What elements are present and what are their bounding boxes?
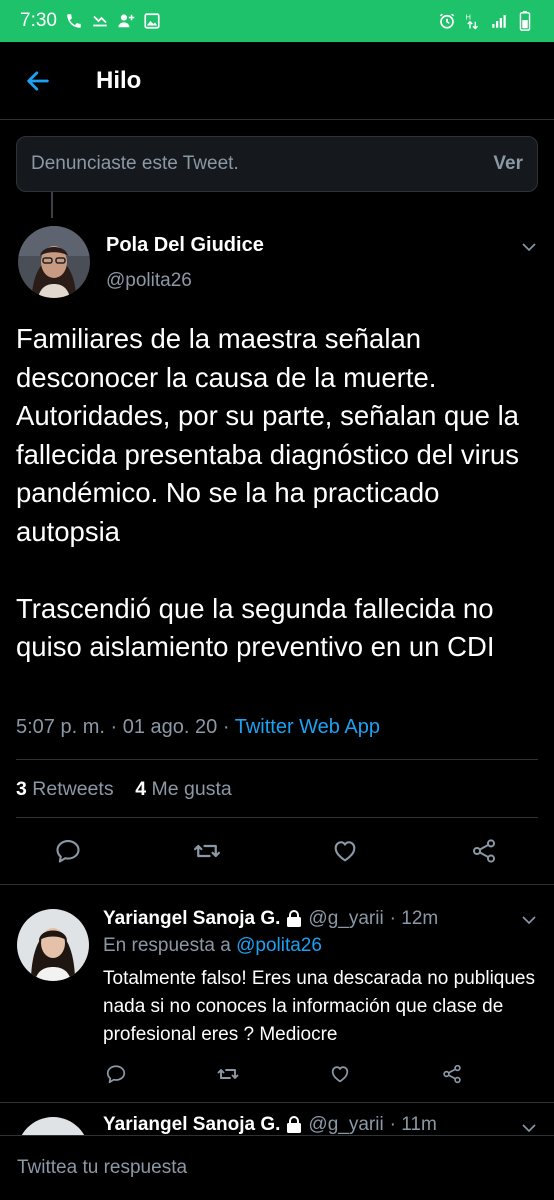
author-handle[interactable]: @polita26 [106,270,192,292]
lock-icon [287,1116,302,1133]
like-button[interactable] [330,836,360,866]
reply-header: Yariangel Sanoja G. @g_yarii · 11m [103,1114,437,1136]
back-button[interactable] [0,42,76,120]
data-arrows-icon: H [464,12,482,30]
reply-compose-bar[interactable]: Twittea tu respuesta [0,1135,554,1200]
reply-icon [56,840,80,863]
retweet-icon [217,1069,239,1079]
tweet-stats: 3 Retweets 4 Me gusta [16,778,232,801]
tweet-source-link[interactable]: Twitter Web App [235,716,380,738]
tweet-meta: 5:07 p. m. · 01 ago. 20 · Twitter Web Ap… [16,716,380,739]
retweet-icon [194,844,220,858]
reply-to-handle-link[interactable]: @polita26 [236,935,322,956]
author-name[interactable]: Pola Del Giudice [106,234,264,257]
reply-button[interactable] [104,1062,128,1086]
retweet-button[interactable] [192,836,222,866]
status-bar: 7:30 H [0,0,554,42]
heart-icon [334,841,356,862]
retweets-label: Retweets [32,778,114,800]
reply-author-handle[interactable]: @g_yarii [308,1114,383,1136]
retweets-count: 3 [16,778,27,800]
heart-icon [331,1066,349,1083]
meta-separator: · [222,716,230,738]
divider [0,1102,554,1103]
chevron-down-icon [522,243,536,252]
battery-icon [516,11,534,31]
share-icon [472,839,496,863]
tweet-time: 5:07 p. m. [16,716,105,738]
divider [0,884,554,885]
status-time: 7:30 [20,10,57,31]
divider [16,817,538,818]
reply-header: Yariangel Sanoja G. @g_yarii · 12m [103,908,438,930]
arrow-left-icon [27,70,49,91]
gallery-icon [143,12,161,30]
reply-time: · 11m [389,1114,437,1135]
reply-author-name[interactable]: Yariangel Sanoja G. [103,908,280,930]
app-header: Hilo [0,42,554,120]
reply-button[interactable] [53,836,83,866]
chevron-down-icon [522,916,536,925]
alarm-icon [438,12,456,30]
retweet-button[interactable] [216,1062,240,1086]
lock-icon [287,910,302,927]
tweet-menu-button[interactable] [520,238,538,261]
svg-text:H: H [466,13,471,22]
reply-to: En respuesta a @polita26 [103,935,322,957]
reply-menu-button[interactable] [520,911,538,934]
add-contact-icon [117,12,135,30]
avatar[interactable] [17,909,89,981]
reply-author-handle[interactable]: @g_yarii [308,908,383,930]
tweet-text: Familiares de la maestra señalan descono… [16,323,519,662]
thread-connector-line [51,192,53,218]
reply-to-label: En respuesta a [103,935,231,956]
reply-icon [106,1065,126,1084]
reply-text: Totalmente falso! Eres una descarada no … [103,968,535,1045]
signal-icon [490,12,508,30]
page-title: Hilo [96,66,142,94]
reported-notice-text: Denunciaste este Tweet. [31,153,239,174]
avatar[interactable] [18,226,90,298]
meta-separator: · [110,716,118,738]
retweets-stat[interactable]: 3 Retweets [16,778,114,800]
likes-stat[interactable]: 4 Me gusta [135,778,232,800]
phone-call-icon [65,12,83,30]
share-icon [443,1064,461,1084]
missed-call-icon [91,12,109,30]
reply-time: · 12m [389,908,439,929]
view-button[interactable]: Ver [493,153,523,175]
reply-author-name[interactable]: Yariangel Sanoja G. [103,1114,280,1136]
like-button[interactable] [328,1062,352,1086]
reported-tweet-notice: Denunciaste este Tweet. Ver [16,136,538,192]
compose-placeholder[interactable]: Twittea tu respuesta [17,1157,187,1179]
likes-label: Me gusta [151,778,232,800]
tweet-date: 01 ago. 20 [122,716,218,738]
divider [16,759,538,760]
share-button[interactable] [440,1062,464,1086]
likes-count: 4 [135,778,147,800]
share-button[interactable] [469,836,499,866]
